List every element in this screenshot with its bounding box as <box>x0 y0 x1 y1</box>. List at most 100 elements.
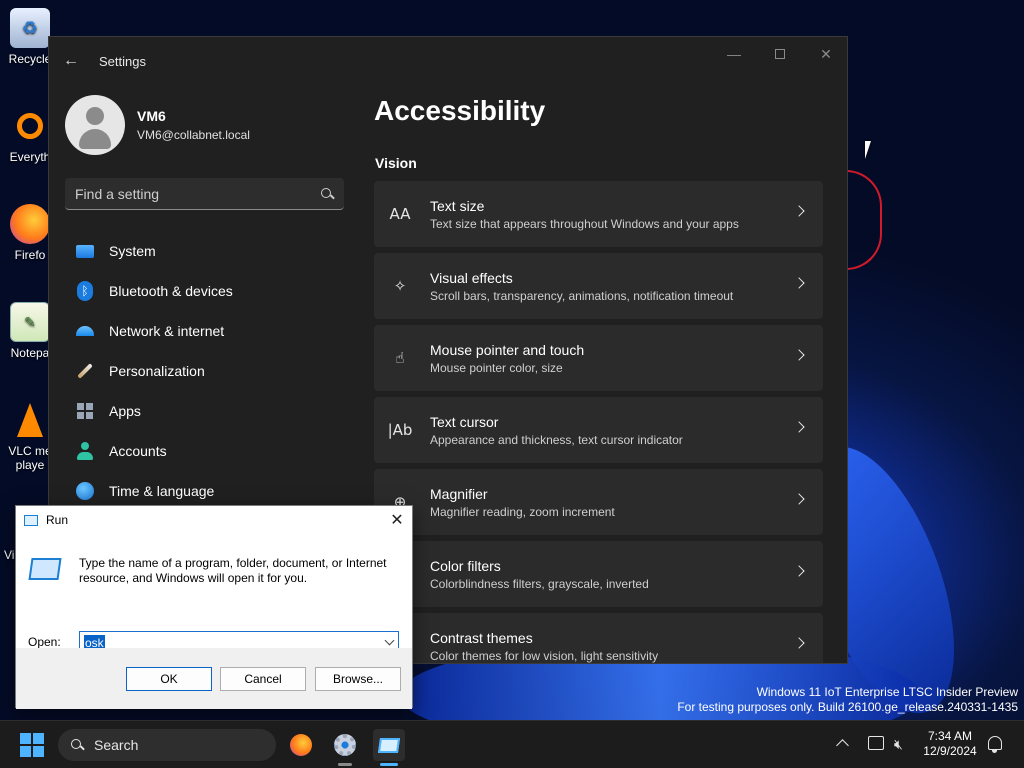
taskbar-search[interactable]: Search <box>58 729 276 761</box>
watermark-line: For testing purposes only. Build 26100.g… <box>677 700 1018 714</box>
maximize-icon <box>775 49 785 59</box>
window-title: Settings <box>99 53 146 69</box>
browse-button[interactable]: Browse... <box>315 667 401 691</box>
settings-nav: System ᛒ Bluetooth & devices Network & i… <box>65 231 348 511</box>
notepad-icon: ✎ <box>10 302 50 342</box>
clock[interactable]: 7:34 AM 12/9/2024 <box>918 729 982 759</box>
mouse-pointer-icon: ☝ <box>395 349 405 367</box>
start-button[interactable] <box>20 733 44 757</box>
taskbar: Search 🔇︎ 7:34 AM 12/9/2024 <box>0 720 1024 768</box>
nav-item-bluetooth[interactable]: ᛒ Bluetooth & devices <box>65 271 348 311</box>
active-indicator <box>380 763 398 766</box>
run-footer: OK Cancel Browse... <box>16 648 412 709</box>
nav-item-personalization[interactable]: Personalization <box>65 351 348 391</box>
avatar <box>65 95 125 155</box>
card-title: Mouse pointer and touch <box>430 341 585 358</box>
card-mouse-pointer[interactable]: ☝ Mouse pointer and touch Mouse pointer … <box>374 325 823 391</box>
text-cursor-icon: |Ab <box>387 421 413 439</box>
chevron-right-icon <box>793 421 805 433</box>
card-description: Magnifier reading, zoom increment <box>430 504 615 519</box>
run-body: Type the name of a program, folder, docu… <box>16 534 412 654</box>
card-title: Magnifier <box>430 485 488 502</box>
card-visual-effects[interactable]: ✧ Visual effects Scroll bars, transparen… <box>374 253 823 319</box>
mouse-cursor <box>865 141 871 159</box>
clock-time: 7:34 AM <box>927 729 973 743</box>
chevron-right-icon <box>793 565 805 577</box>
minimize-icon: — <box>727 46 741 62</box>
card-text-size[interactable]: AA Text size Text size that appears thro… <box>374 181 823 247</box>
open-label: Open: <box>28 635 61 649</box>
card-magnifier[interactable]: ⊕ Magnifier Magnifier reading, zoom incr… <box>374 469 823 535</box>
card-description: Appearance and thickness, text cursor in… <box>430 432 683 447</box>
nav-item-apps[interactable]: Apps <box>65 391 348 431</box>
nav-item-label: Personalization <box>109 363 205 379</box>
ok-button[interactable]: OK <box>126 667 212 691</box>
nav-item-label: Bluetooth & devices <box>109 283 233 299</box>
network-icon[interactable] <box>868 736 884 750</box>
nav-item-accounts[interactable]: Accounts <box>65 431 348 471</box>
apps-icon <box>75 401 95 421</box>
text-size-icon: AA <box>389 205 411 223</box>
bluetooth-icon: ᛒ <box>75 281 95 301</box>
nav-item-label: Apps <box>109 403 141 419</box>
nav-item-label: Accounts <box>109 443 167 459</box>
find-setting-box[interactable] <box>65 178 344 210</box>
section-title: Vision <box>375 155 417 171</box>
settings-cards: AA Text size Text size that appears thro… <box>374 181 823 663</box>
cancel-button[interactable]: Cancel <box>220 667 306 691</box>
close-button[interactable]: ✕ <box>803 37 847 71</box>
back-arrow-icon: ← <box>63 52 79 69</box>
search-icon <box>70 738 84 752</box>
run-titlebar[interactable]: Run ✕ <box>16 506 412 534</box>
minimize-button[interactable]: — <box>711 37 757 71</box>
card-description: Color themes for low vision, light sensi… <box>430 648 659 663</box>
find-setting-input[interactable] <box>75 185 320 202</box>
taskbar-settings[interactable] <box>329 729 361 761</box>
close-icon: ✕ <box>390 512 404 529</box>
firefox-icon <box>10 204 50 244</box>
red-scribble <box>846 170 882 270</box>
card-title: Text cursor <box>430 413 499 430</box>
notification-bell-icon[interactable] <box>988 736 1002 753</box>
card-title: Contrast themes <box>430 629 533 646</box>
card-description: Mouse pointer color, size <box>430 360 563 375</box>
nav-item-label: Network & internet <box>109 323 225 339</box>
search-icon[interactable] <box>320 187 334 201</box>
watermark-line: Windows 11 IoT Enterprise LTSC Insider P… <box>756 685 1018 699</box>
card-title: Text size <box>430 197 485 214</box>
brush-icon <box>75 361 95 381</box>
settings-titlebar[interactable]: ← Settings — ✕ <box>49 37 847 85</box>
taskbar-run[interactable] <box>373 729 405 761</box>
back-button[interactable]: ← <box>49 37 93 85</box>
running-indicator <box>338 763 352 766</box>
card-description: Colorblindness filters, grayscale, inver… <box>430 576 649 591</box>
run-program-icon <box>28 558 62 580</box>
nav-item-network[interactable]: Network & internet <box>65 311 348 351</box>
card-text-cursor[interactable]: |Ab Text cursor Appearance and thickness… <box>374 397 823 463</box>
card-contrast-themes[interactable]: ◑ Contrast themes Color themes for low v… <box>374 613 823 663</box>
card-description: Scroll bars, transparency, animations, n… <box>430 288 734 303</box>
nav-item-label: Time & language <box>109 483 215 499</box>
run-dialog[interactable]: Run ✕ Type the name of a program, folder… <box>15 505 413 709</box>
run-message: Type the name of a program, folder, docu… <box>79 556 387 585</box>
system-icon <box>75 241 95 261</box>
nav-item-system[interactable]: System <box>65 231 348 271</box>
taskbar-firefox[interactable] <box>285 729 317 761</box>
chevron-right-icon <box>793 349 805 361</box>
gear-icon <box>334 734 356 756</box>
desktop-icon-label-partial: Vi <box>4 548 15 562</box>
card-title: Color filters <box>430 557 501 574</box>
maximize-button[interactable] <box>757 37 803 71</box>
profile-name: VM6 <box>137 108 166 124</box>
taskbar-search-label: Search <box>94 737 139 753</box>
card-description: Text size that appears throughout Window… <box>430 216 739 231</box>
vlc-icon <box>10 400 50 440</box>
card-color-filters[interactable]: ◐ Color filters Colorblindness filters, … <box>374 541 823 607</box>
wifi-icon <box>75 321 95 341</box>
volume-muted-icon[interactable]: 🔇︎ <box>894 737 903 753</box>
chevron-right-icon <box>793 277 805 289</box>
user-profile[interactable]: VM6 VM6@collabnet.local <box>65 95 250 155</box>
profile-email: VM6@collabnet.local <box>137 128 250 142</box>
show-hidden-icons-button[interactable] <box>836 739 849 752</box>
run-close-button[interactable]: ✕ <box>382 506 412 534</box>
